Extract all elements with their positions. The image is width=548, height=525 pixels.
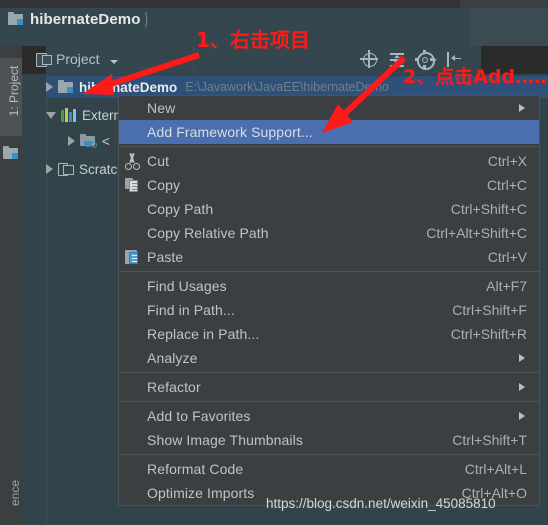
- copy-icon: [124, 177, 141, 193]
- submenu-arrow-icon: [519, 383, 525, 391]
- module-folder-icon: [58, 80, 74, 94]
- menu-item-new[interactable]: New: [119, 96, 539, 120]
- chevron-down-icon[interactable]: [46, 111, 56, 119]
- menu-item-analyze[interactable]: Analyze: [119, 346, 539, 370]
- jdk-folder-icon: [80, 133, 97, 149]
- menu-item-label: Reformat Code: [147, 461, 244, 477]
- menu-item-label: Analyze: [147, 350, 198, 366]
- watermark-url: https://blog.csdn.net/weixin_45085810: [266, 496, 496, 511]
- paste-icon: [124, 249, 141, 265]
- menu-item-copy-relative-path[interactable]: Copy Relative Path Ctrl+Alt+Shift+C: [119, 221, 539, 245]
- module-folder-icon: [8, 12, 24, 26]
- tree-node-jdk[interactable]: <: [68, 130, 110, 152]
- menu-item-copy-path[interactable]: Copy Path Ctrl+Shift+C: [119, 197, 539, 221]
- tool-window-title: Project: [56, 51, 100, 67]
- menu-item-label: Refactor: [147, 379, 201, 395]
- chevron-right-icon[interactable]: [46, 164, 53, 174]
- tree-node-label: hibernateDemo: [79, 79, 178, 95]
- menu-item-shortcut: Alt+F7: [486, 278, 527, 294]
- project-window-icon: [36, 52, 52, 67]
- left-tool-strip: 1: Project ence: [0, 46, 22, 525]
- menu-item-find-in-path[interactable]: Find in Path... Ctrl+Shift+F: [119, 298, 539, 322]
- tree-node-path: E:\Javawork\JavaEE\hibernateDemo: [185, 80, 389, 94]
- menu-item-show-image-thumbnails[interactable]: Show Image Thumbnails Ctrl+Shift+T: [119, 428, 539, 452]
- menu-separator: [119, 146, 539, 147]
- submenu-arrow-icon: [519, 354, 525, 362]
- menu-item-label: Find in Path...: [147, 302, 235, 318]
- menu-item-label: Add Framework Support...: [147, 124, 313, 140]
- context-menu: New Add Framework Support... Cut Ctrl+X Copy…: [118, 95, 540, 506]
- menu-item-label: Copy Path: [147, 201, 214, 217]
- menu-item-add-framework-support[interactable]: Add Framework Support...: [119, 120, 539, 144]
- tree-node-label: <: [102, 133, 110, 149]
- menu-item-shortcut: Ctrl+Shift+C: [450, 201, 527, 217]
- annotation-step-1: 1、右击项目: [196, 28, 310, 52]
- menu-item-shortcut: Ctrl+Shift+R: [450, 326, 527, 342]
- menu-item-label: Copy Relative Path: [147, 225, 269, 241]
- chevron-right-icon[interactable]: [46, 82, 53, 92]
- menu-item-reformat-code[interactable]: Reformat Code Ctrl+Alt+L: [119, 457, 539, 481]
- window-top-strip: [0, 0, 548, 8]
- menu-item-shortcut: Ctrl+V: [487, 249, 527, 265]
- menu-item-find-usages[interactable]: Find Usages Alt+F7: [119, 274, 539, 298]
- ide-window: hibernateDemo ⟩ Project 1: Project ence …: [0, 0, 548, 525]
- locate-icon[interactable]: [360, 50, 380, 70]
- chevron-right-icon[interactable]: [68, 136, 75, 146]
- menu-item-label: Optimize Imports: [147, 485, 255, 501]
- menu-item-add-to-favorites[interactable]: Add to Favorites: [119, 404, 539, 428]
- breadcrumb[interactable]: hibernateDemo: [8, 8, 141, 30]
- menu-item-label: Find Usages: [147, 278, 227, 294]
- menu-item-shortcut: Ctrl+Shift+F: [452, 302, 527, 318]
- menu-item-label: Replace in Path...: [147, 326, 260, 342]
- module-folder-icon: [3, 146, 19, 160]
- chevron-down-icon[interactable]: [110, 60, 118, 64]
- menu-item-label: Copy: [147, 177, 181, 193]
- menu-item-shortcut: Ctrl+Alt+L: [464, 461, 527, 477]
- menu-separator: [119, 454, 539, 455]
- menu-item-copy[interactable]: Copy Ctrl+C: [119, 173, 539, 197]
- submenu-arrow-icon: [519, 412, 525, 420]
- menu-separator: [119, 401, 539, 402]
- sidebar-item-persistence[interactable]: ence: [8, 458, 22, 525]
- scratches-icon: [58, 162, 74, 176]
- breadcrumb-project-label: hibernateDemo: [30, 10, 141, 28]
- menu-item-label: Cut: [147, 153, 170, 169]
- menu-item-label: Add to Favorites: [147, 408, 251, 424]
- menu-item-shortcut: Ctrl+C: [486, 177, 527, 193]
- menu-item-paste[interactable]: Paste Ctrl+V: [119, 245, 539, 269]
- menu-item-cut[interactable]: Cut Ctrl+X: [119, 149, 539, 173]
- menu-item-replace-in-path[interactable]: Replace in Path... Ctrl+Shift+R: [119, 322, 539, 346]
- menu-item-label: Show Image Thumbnails: [147, 432, 303, 448]
- menu-item-shortcut: Ctrl+Alt+Shift+C: [426, 225, 527, 241]
- menu-separator: [119, 271, 539, 272]
- scissors-icon: [124, 152, 141, 170]
- menu-item-shortcut: Ctrl+X: [487, 153, 527, 169]
- annotation-step-2: 2、点击Add……: [403, 66, 548, 88]
- menu-separator: [119, 372, 539, 373]
- menu-item-label: Paste: [147, 249, 184, 265]
- menu-item-shortcut: Ctrl+Shift+T: [452, 432, 527, 448]
- breadcrumb-separator-icon: ⟩: [144, 10, 149, 29]
- menu-item-refactor[interactable]: Refactor: [119, 375, 539, 399]
- submenu-arrow-icon: [519, 104, 525, 112]
- sidebar-item-project[interactable]: 1: Project: [7, 51, 21, 131]
- tree-divider: [46, 74, 47, 525]
- libraries-icon: [61, 108, 77, 122]
- window-top-strip-dark: [0, 0, 460, 8]
- menu-item-label: New: [147, 100, 176, 116]
